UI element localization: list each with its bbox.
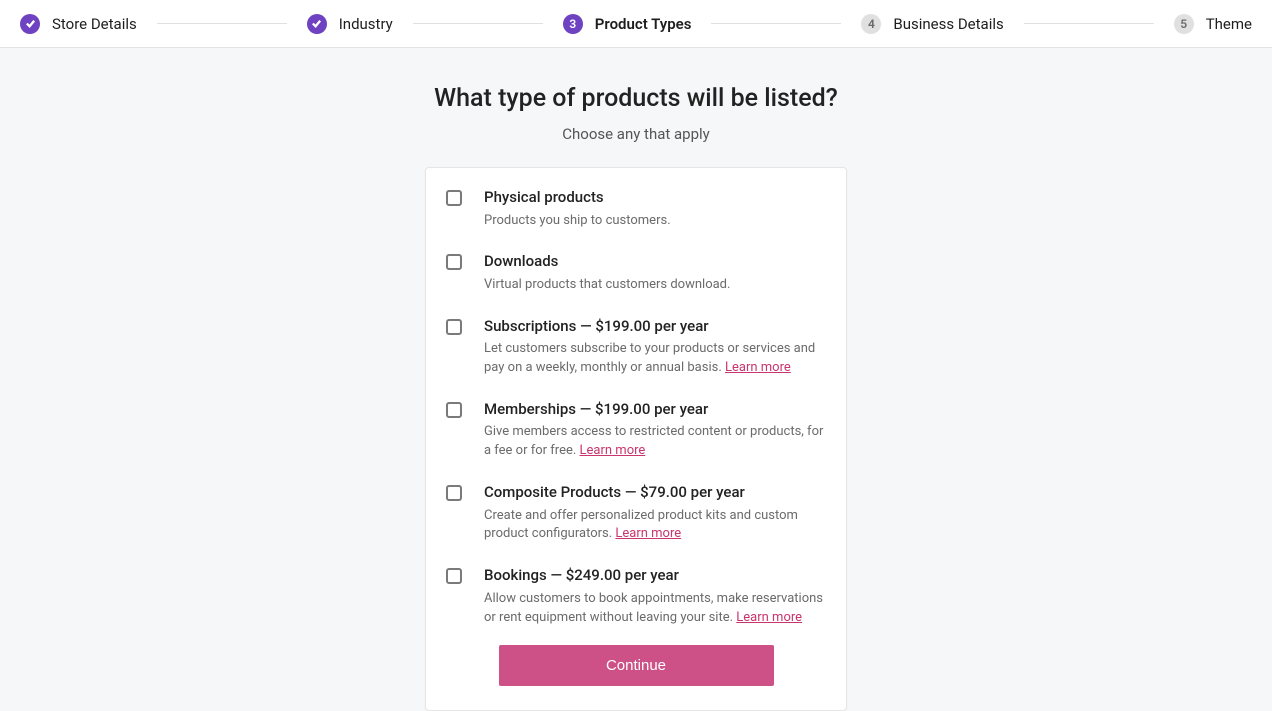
checkbox-downloads[interactable] [446,254,462,270]
option-composite-products[interactable]: Composite Products — $79.00 per year Cre… [446,483,826,544]
step-number-icon: 5 [1174,14,1194,34]
step-number-icon: 3 [563,14,583,34]
option-description: Give members access to restricted conten… [484,423,826,461]
product-types-card: Physical products Products you ship to c… [425,167,847,711]
option-body: Composite Products — $79.00 per year Cre… [484,483,826,544]
option-body: Downloads Virtual products that customer… [484,252,826,294]
checkbox-bookings[interactable] [446,568,462,584]
option-body: Memberships — $199.00 per year Give memb… [484,400,826,461]
option-title: Subscriptions — $199.00 per year [484,317,826,337]
step-label: Business Details [893,15,1003,33]
checkbox-physical-products[interactable] [446,190,462,206]
step-business-details[interactable]: 4 Business Details [861,14,1003,34]
option-description: Create and offer personalized product ki… [484,507,826,545]
option-title: Bookings — $249.00 per year [484,566,826,586]
page-title: What type of products will be listed? [434,84,838,113]
step-label: Industry [339,15,393,33]
step-connector [711,23,841,24]
option-body: Subscriptions — $199.00 per year Let cus… [484,317,826,378]
option-title: Physical products [484,188,826,208]
learn-more-link[interactable]: Learn more [736,610,802,625]
page-subtitle: Choose any that apply [562,125,710,143]
option-subscriptions[interactable]: Subscriptions — $199.00 per year Let cus… [446,317,826,378]
step-store-details[interactable]: Store Details [20,14,137,34]
step-connector [413,23,543,24]
option-title: Downloads [484,252,826,272]
continue-button[interactable]: Continue [499,645,774,686]
option-description: Allow customers to book appointments, ma… [484,590,826,628]
option-body: Physical products Products you ship to c… [484,188,826,230]
step-label: Store Details [52,15,137,33]
setup-stepper: Store Details Industry 3 Product Types 4… [0,0,1272,48]
option-description: Virtual products that customers download… [484,276,826,295]
learn-more-link[interactable]: Learn more [725,360,791,375]
option-description-text: Give members access to restricted conten… [484,424,823,458]
check-icon [307,14,327,34]
step-connector [1024,23,1154,24]
main-content: What type of products will be listed? Ch… [0,48,1272,711]
option-bookings[interactable]: Bookings — $249.00 per year Allow custom… [446,566,826,627]
option-description: Products you ship to customers. [484,212,826,231]
checkbox-memberships[interactable] [446,402,462,418]
option-body: Bookings — $249.00 per year Allow custom… [484,566,826,627]
option-memberships[interactable]: Memberships — $199.00 per year Give memb… [446,400,826,461]
step-label: Theme [1206,15,1252,33]
step-theme[interactable]: 5 Theme [1174,14,1252,34]
step-product-types[interactable]: 3 Product Types [563,14,692,34]
step-number-icon: 4 [861,14,881,34]
step-industry[interactable]: Industry [307,14,393,34]
learn-more-link[interactable]: Learn more [615,526,681,541]
check-icon [20,14,40,34]
option-title: Composite Products — $79.00 per year [484,483,826,503]
option-physical-products[interactable]: Physical products Products you ship to c… [446,188,826,230]
step-label: Product Types [595,15,692,33]
step-connector [157,23,287,24]
checkbox-subscriptions[interactable] [446,319,462,335]
option-title: Memberships — $199.00 per year [484,400,826,420]
learn-more-link[interactable]: Learn more [580,443,646,458]
option-downloads[interactable]: Downloads Virtual products that customer… [446,252,826,294]
checkbox-composite-products[interactable] [446,485,462,501]
option-description: Let customers subscribe to your products… [484,340,826,378]
